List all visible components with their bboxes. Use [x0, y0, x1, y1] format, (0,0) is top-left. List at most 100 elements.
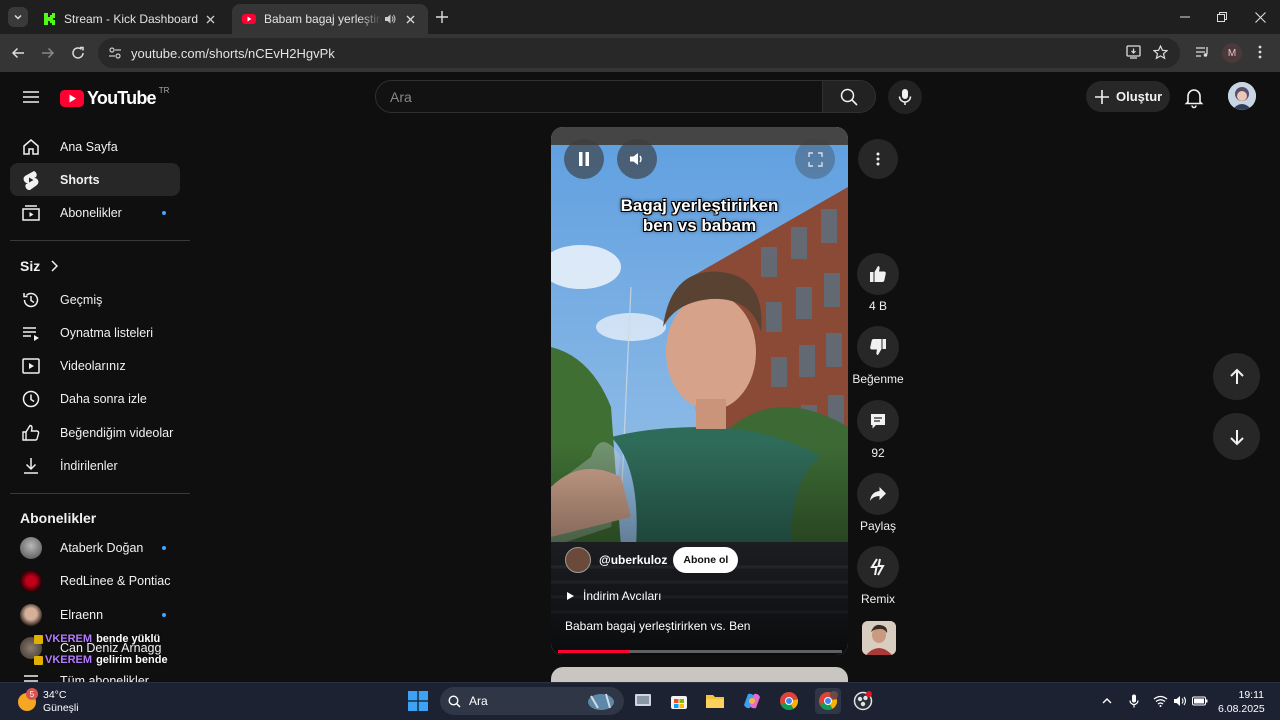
sidebar-item-subscriptions[interactable]: Abonelikler — [10, 196, 180, 229]
sidebar-item-downloads[interactable]: İndirilenler — [10, 449, 180, 482]
subscription-channel[interactable]: Ataberk Doğan — [10, 531, 180, 564]
sidebar-item-shorts[interactable]: Shorts — [10, 163, 180, 196]
arrow-up-icon — [1229, 368, 1244, 384]
channel-avatar — [20, 603, 42, 626]
chat-username: VKEREM — [45, 654, 93, 666]
fullscreen-button[interactable] — [795, 139, 835, 179]
play-small-icon — [567, 592, 574, 600]
reload-button[interactable] — [68, 43, 88, 63]
minimize-window-button[interactable] — [1166, 0, 1204, 34]
system-clock[interactable]: 19:11 6.08.2025 — [1218, 688, 1265, 716]
install-app-icon[interactable] — [1124, 43, 1142, 61]
voice-search-button[interactable] — [888, 80, 922, 114]
bookmark-star-icon[interactable] — [1151, 43, 1169, 61]
task-view-icon[interactable] — [632, 690, 654, 712]
close-tab-icon[interactable] — [202, 11, 218, 27]
sidebar-item-your-videos[interactable]: Videolarınız — [10, 349, 180, 382]
chevron-right-icon — [51, 260, 59, 272]
chrome-icon[interactable] — [778, 690, 800, 712]
chrome-profile-icon[interactable] — [815, 688, 841, 714]
crown-badge-icon — [34, 655, 43, 665]
plus-icon — [1095, 89, 1109, 104]
account-avatar[interactable] — [1228, 82, 1256, 110]
progress-bar[interactable] — [558, 650, 842, 653]
copilot-icon[interactable] — [741, 690, 763, 712]
taskbar-search[interactable]: Ara — [440, 687, 624, 715]
volume-icon — [630, 153, 642, 165]
sidebar-item-label: İndirilenler — [60, 458, 118, 473]
chat-username: VKEREM — [45, 633, 93, 645]
restore-window-button[interactable] — [1203, 0, 1241, 34]
subscriptions-header-label: Abonelikler — [20, 510, 97, 526]
more-options-button[interactable] — [858, 139, 898, 179]
close-tab-icon[interactable] — [402, 11, 418, 27]
subscribe-button[interactable]: Abone ol — [673, 547, 739, 573]
sidebar-item-playlists[interactable]: Oynatma listeleri — [10, 316, 180, 349]
youtube-logo[interactable]: YouTube TR — [60, 86, 169, 109]
you-section-header[interactable]: Siz — [20, 258, 59, 274]
close-window-button[interactable] — [1241, 0, 1279, 34]
sidebar-item-label: Daha sonra izle — [60, 391, 147, 406]
video-title[interactable]: Babam bagaj yerleştirirken vs. Ben — [565, 619, 750, 633]
weather-widget[interactable]: 5 34°C Güneşli — [18, 688, 79, 715]
channel-name: Ataberk Doğan — [60, 540, 144, 555]
forward-button[interactable] — [38, 43, 58, 63]
tab-youtube-short[interactable]: Babam bagaj yerleştirirken vs. Ben - You… — [232, 4, 428, 34]
like-button[interactable] — [857, 253, 899, 295]
comments-button[interactable] — [857, 400, 899, 442]
sidebar-item-home[interactable]: Ana Sayfa — [10, 130, 180, 163]
browser-toolbar: youtube.com/shorts/nCEvH2HgvPk — [0, 34, 1280, 72]
back-button[interactable] — [8, 43, 28, 63]
subscription-channel[interactable]: Elraenn — [10, 598, 180, 631]
sound-thumbnail[interactable] — [862, 621, 896, 655]
tab-audio-icon[interactable] — [382, 11, 398, 27]
youtube-favicon-icon — [242, 14, 256, 24]
wifi-icon[interactable] — [1152, 693, 1168, 709]
chat-message: gelirim bende — [96, 654, 168, 666]
sound-link[interactable]: İndirim Avcıları — [567, 589, 661, 603]
new-tab-button[interactable] — [433, 8, 451, 26]
volume-button[interactable] — [617, 139, 657, 179]
youtube-header: YouTube TR Ara Oluştur — [0, 72, 1280, 124]
next-short-button[interactable] — [1213, 413, 1260, 460]
site-settings-icon[interactable] — [108, 46, 122, 60]
search-button[interactable] — [822, 80, 876, 113]
create-button[interactable]: Oluştur — [1086, 81, 1170, 112]
dislike-button[interactable] — [857, 326, 899, 368]
sidebar-item-liked-videos[interactable]: Beğendiğim videolar — [10, 416, 180, 449]
file-explorer-icon[interactable] — [704, 690, 726, 712]
chevron-up-icon — [1102, 698, 1112, 704]
browser-profile-avatar[interactable]: M — [1222, 43, 1242, 63]
share-button[interactable] — [857, 473, 899, 515]
channel-handle[interactable]: @uberkuloz — [599, 553, 667, 567]
subscription-channel[interactable]: RedLinee & Pontiac — [10, 564, 180, 597]
tab-kick-dashboard[interactable]: Stream - Kick Dashboard — [32, 4, 228, 34]
microphone-tray-icon[interactable] — [1126, 693, 1142, 709]
search-input[interactable]: Ara — [375, 80, 823, 113]
pause-button[interactable] — [564, 139, 604, 179]
shorts-player[interactable]: Bagaj yerleştirirken ben vs babam @uberk… — [551, 127, 848, 655]
sound-name: İndirim Avcıları — [583, 589, 662, 603]
battery-icon[interactable] — [1192, 693, 1208, 709]
media-controls-icon[interactable] — [1193, 43, 1211, 61]
obs-icon[interactable] — [852, 690, 874, 712]
speaker-icon[interactable] — [1172, 693, 1188, 709]
menu-button[interactable] — [20, 86, 42, 108]
tab-search-button[interactable] — [8, 7, 28, 27]
start-button[interactable] — [408, 691, 428, 711]
remix-button[interactable] — [857, 546, 899, 588]
chat-message: bende yüklü — [96, 633, 161, 645]
sidebar-item-label: Beğendiğim videolar — [60, 425, 174, 440]
temperature: 34°C — [43, 689, 67, 701]
store-icon[interactable] — [668, 690, 690, 712]
notifications-button[interactable] — [1182, 85, 1206, 109]
channel-avatar[interactable] — [565, 547, 591, 573]
address-bar[interactable]: youtube.com/shorts/nCEvH2HgvPk — [98, 38, 1180, 68]
sidebar-item-watch-later[interactable]: Daha sonra izle — [10, 382, 180, 415]
chat-overlay-message: VKEREM gelirim bende — [34, 654, 168, 666]
sidebar-item-history[interactable]: Geçmiş — [10, 283, 180, 316]
show-hidden-icons[interactable] — [1099, 693, 1115, 709]
browser-menu-icon[interactable] — [1251, 43, 1269, 61]
search-placeholder: Ara — [390, 89, 412, 105]
previous-short-button[interactable] — [1213, 353, 1260, 400]
